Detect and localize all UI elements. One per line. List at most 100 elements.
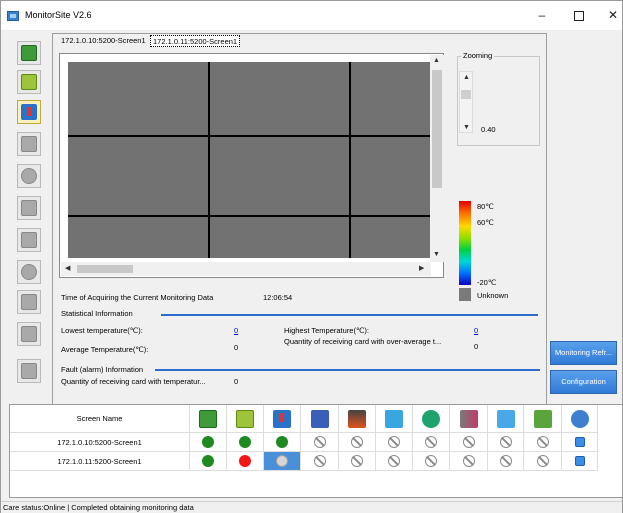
header-card[interactable]	[227, 405, 264, 433]
screen-view[interactable]: ▲ ▼ ◀ ▶	[59, 53, 444, 278]
status-green-icon	[239, 436, 251, 448]
header-module[interactable]	[524, 405, 562, 433]
status-cell[interactable]	[562, 433, 598, 452]
tab-screen-1[interactable]: 172.1.0.10:5200-Screen1	[59, 35, 148, 47]
scroll-thumb[interactable]	[432, 70, 442, 188]
not-available-icon	[425, 436, 437, 448]
cabinet-cell[interactable]	[210, 62, 349, 135]
zoom-knob[interactable]	[461, 90, 471, 99]
tool-voltage[interactable]	[17, 260, 41, 284]
not-available-icon	[462, 436, 475, 448]
over-avg-label: Quantity of receiving card with over-ave…	[284, 337, 442, 346]
tool-temperature[interactable]	[17, 100, 41, 124]
status-cell[interactable]	[524, 433, 562, 452]
status-cell[interactable]	[524, 452, 562, 471]
tool-computer[interactable]	[17, 41, 41, 65]
tab-screen-2[interactable]: 172.1.0.11:5200-Screen1	[150, 35, 241, 47]
status-cell[interactable]	[227, 433, 264, 452]
thermometer-icon	[21, 104, 37, 120]
header-magnet[interactable]	[450, 405, 488, 433]
tool-fan[interactable]	[17, 228, 41, 252]
tool-door[interactable]	[17, 322, 41, 346]
highest-value[interactable]: 0	[474, 326, 478, 335]
thermometer-icon	[273, 409, 291, 428]
status-cell[interactable]	[450, 433, 488, 452]
fan-icon	[385, 409, 403, 428]
status-cell[interactable]	[264, 452, 301, 471]
status-cell[interactable]	[264, 433, 301, 452]
configuration-button[interactable]: Configuration	[550, 370, 617, 394]
fault-value: 0	[234, 377, 239, 386]
detail-icon	[574, 456, 585, 466]
scroll-up-icon[interactable]: ▲	[433, 57, 440, 64]
tool-receiving-card[interactable]	[17, 70, 41, 94]
header-screen-name[interactable]: Screen Name	[10, 405, 190, 433]
tool-humidity[interactable]	[17, 132, 41, 156]
status-cell[interactable]	[376, 452, 413, 471]
pc-icon	[21, 45, 37, 61]
header-pc[interactable]	[190, 405, 227, 433]
close-button[interactable]: ✕	[598, 5, 623, 25]
status-cell[interactable]	[301, 452, 339, 471]
maximize-button[interactable]	[564, 5, 594, 25]
status-cell[interactable]	[190, 452, 227, 471]
cabinet-cell[interactable]	[351, 137, 430, 215]
header-fire[interactable]	[339, 405, 376, 433]
status-cell[interactable]	[562, 452, 598, 471]
row-screen-name[interactable]: 172.1.0.11:5200-Screen1	[10, 452, 190, 471]
scroll-thumb[interactable]	[77, 265, 133, 273]
horizontal-scrollbar[interactable]: ◀ ▶	[61, 262, 431, 276]
scroll-right-icon[interactable]: ▶	[419, 264, 424, 272]
header-door[interactable]	[488, 405, 524, 433]
status-cell[interactable]	[488, 433, 524, 452]
not-available-icon	[462, 455, 475, 467]
tool-module[interactable]	[17, 359, 41, 383]
tool-fire[interactable]	[17, 196, 41, 220]
not-available-icon	[388, 436, 400, 448]
cabinet-cell[interactable]	[68, 62, 208, 135]
status-cell[interactable]	[339, 452, 376, 471]
cabinet-cell[interactable]	[210, 137, 349, 215]
cabinet-cell[interactable]	[210, 217, 349, 258]
vertical-scrollbar[interactable]: ▲ ▼	[430, 55, 444, 262]
cabinet-cell[interactable]	[351, 217, 430, 258]
status-cell[interactable]	[450, 452, 488, 471]
monitoring-refresh-button[interactable]: Monitoring Refr...	[550, 341, 617, 365]
status-green-icon	[202, 455, 214, 467]
header-humidity[interactable]	[301, 405, 339, 433]
lowest-value[interactable]: 0	[234, 326, 238, 335]
scroll-down-icon[interactable]: ▼	[433, 251, 440, 258]
fan-icon	[21, 232, 37, 248]
magnet-icon	[21, 294, 37, 310]
status-cell[interactable]	[488, 452, 524, 471]
status-cell[interactable]	[413, 452, 450, 471]
zoom-slider[interactable]: ▲ ▼	[459, 71, 473, 133]
status-cell[interactable]	[190, 433, 227, 452]
header-fan[interactable]	[376, 405, 413, 433]
tool-smoke[interactable]	[17, 164, 41, 188]
status-cell[interactable]	[376, 433, 413, 452]
row-screen-name[interactable]: 172.1.0.10:5200-Screen1	[10, 433, 190, 452]
zoom-up-icon[interactable]: ▲	[463, 74, 470, 81]
avg-value: 0	[234, 343, 239, 352]
smoke-icon	[21, 168, 37, 184]
cabinet-cell[interactable]	[351, 62, 430, 135]
status-cell[interactable]	[301, 433, 339, 452]
tool-magnet[interactable]	[17, 290, 41, 314]
unknown-swatch	[459, 288, 471, 301]
header-voltage[interactable]	[413, 405, 450, 433]
scroll-left-icon[interactable]: ◀	[65, 264, 70, 272]
monitor-window: MonitorSite V2.6 – ✕ 172.1.0.10:5200-Scr…	[0, 0, 623, 513]
cabinet-cell[interactable]	[68, 217, 208, 258]
status-cell[interactable]	[227, 452, 264, 471]
globe-icon	[570, 409, 589, 428]
status-cell[interactable]	[339, 433, 376, 452]
zoom-down-icon[interactable]: ▼	[463, 124, 470, 131]
card-icon	[21, 74, 37, 90]
minimize-button[interactable]: –	[527, 5, 557, 25]
cabinet-cell[interactable]	[68, 137, 208, 215]
status-cell[interactable]	[413, 433, 450, 452]
header-globe[interactable]	[562, 405, 598, 433]
header-temp[interactable]	[264, 405, 301, 433]
cabinet-grid	[68, 62, 430, 258]
